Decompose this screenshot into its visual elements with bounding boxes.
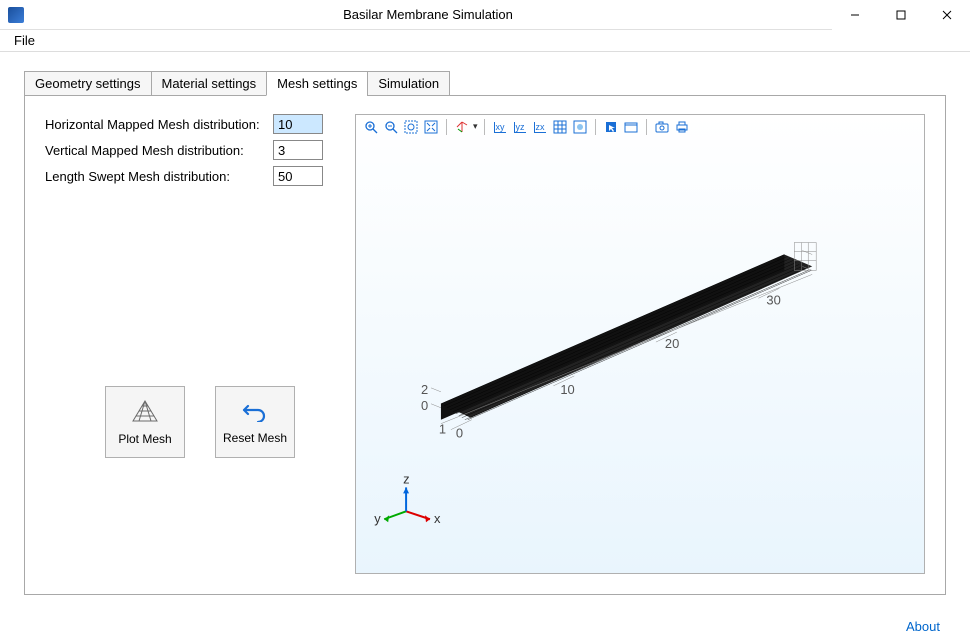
toolbar-separator [484,119,485,135]
horiz-mesh-label: Horizontal Mapped Mesh distribution: [45,117,265,132]
tick-0-left: 0 [421,398,428,413]
length-mesh-input[interactable] [273,166,323,186]
dropdown-icon[interactable]: ▾ [473,121,478,132]
vert-mesh-label: Vertical Mapped Mesh distribution: [45,143,265,158]
tick-2: 2 [421,382,428,397]
vert-mesh-input[interactable] [273,140,323,160]
minimize-button[interactable] [832,0,878,30]
mesh-settings-panel: Horizontal Mapped Mesh distribution: Ver… [24,95,946,595]
svg-text:x: x [434,511,441,526]
grid-icon[interactable] [551,118,569,136]
tab-simulation[interactable]: Simulation [367,71,450,96]
tab-material-settings[interactable]: Material settings [151,71,268,96]
view-xy-icon[interactable]: xy [491,118,509,136]
menu-bar: File [0,30,970,52]
rotate-3d-icon[interactable] [453,118,471,136]
reset-mesh-button[interactable]: Reset Mesh [215,386,295,458]
snapshot-icon[interactable] [653,118,671,136]
horiz-mesh-input[interactable] [273,114,323,134]
toolbar-separator [595,119,596,135]
zoom-extents-icon[interactable] [422,118,440,136]
svg-text:z: z [403,471,409,486]
tick-0-bottom: 0 [456,426,463,441]
zoom-box-icon[interactable] [402,118,420,136]
tick-10: 10 [560,382,574,397]
select-icon[interactable] [602,118,620,136]
viewer-toolbar: ▾ xy yz zx [356,115,924,139]
tick-30: 30 [766,292,780,307]
close-button[interactable] [924,0,970,30]
view-yz-icon[interactable]: yz [511,118,529,136]
tab-strip: Geometry settings Material settings Mesh… [24,71,946,96]
about-link[interactable]: About [906,619,940,634]
content-area: Geometry settings Material settings Mesh… [0,52,970,640]
maximize-button[interactable] [878,0,924,30]
zoom-out-icon[interactable] [382,118,400,136]
reset-mesh-label: Reset Mesh [223,431,287,445]
mesh-icon [131,399,159,426]
window-title: Basilar Membrane Simulation [24,7,832,22]
axis-triad: x y z [374,471,441,526]
view-zx-icon[interactable]: zx [531,118,549,136]
toolbar-separator [446,119,447,135]
window-icon[interactable] [622,118,640,136]
viewer-canvas[interactable]: 2 0 1 0 10 20 30 [356,143,924,573]
scene-light-icon[interactable] [571,118,589,136]
undo-icon [242,400,268,425]
length-mesh-label: Length Swept Mesh distribution: [45,169,265,184]
tick-1: 1 [439,422,446,437]
file-menu[interactable]: File [6,31,43,50]
print-icon[interactable] [673,118,691,136]
plot-mesh-label: Plot Mesh [118,432,171,446]
tab-mesh-settings[interactable]: Mesh settings [266,71,368,96]
title-bar: Basilar Membrane Simulation [0,0,970,30]
toolbar-separator [646,119,647,135]
window-buttons [832,0,970,30]
zoom-in-icon[interactable] [362,118,380,136]
tick-20: 20 [665,336,679,351]
graphics-viewer: ▾ xy yz zx [355,114,925,574]
plot-mesh-button[interactable]: Plot Mesh [105,386,185,458]
svg-text:y: y [374,511,381,526]
app-icon [8,7,24,23]
tab-geometry-settings[interactable]: Geometry settings [24,71,152,96]
